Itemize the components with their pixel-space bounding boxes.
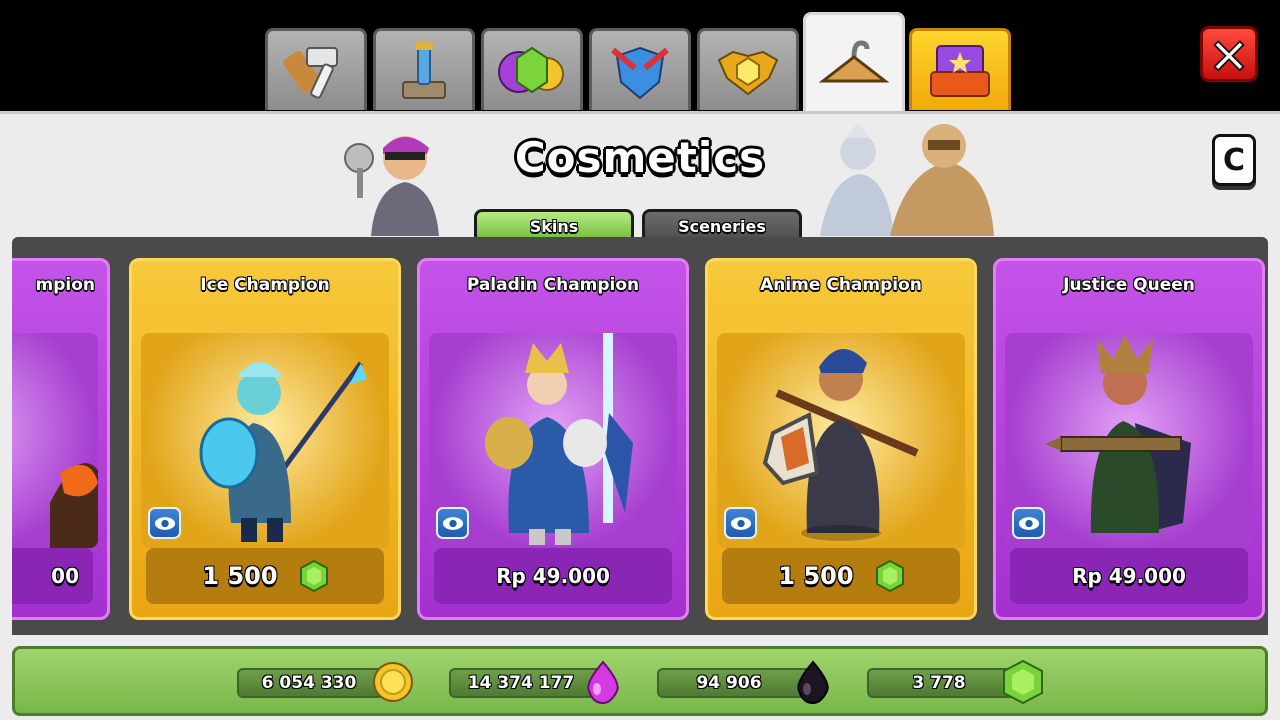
gem-resource-icon [1003,659,1043,705]
price-box[interactable]: 00 [12,548,93,604]
page-title: Cosmetics [514,133,766,182]
gem-amount: 3 778 [912,673,966,693]
skin-card-anime-champion[interactable]: Anime Champion 1 500 [705,258,977,620]
info-badge-button[interactable]: C [1212,134,1256,186]
close-icon [1213,40,1245,72]
skin-card-title: mpion [35,275,96,295]
elixir-drop-icon [587,660,619,705]
gems-coins-icon [498,46,564,93]
price-label: 1 500 [202,562,278,590]
price-label: Rp 49.000 [496,564,610,588]
skin-card-title: Justice Queen [1063,275,1195,295]
tab-gems-coins[interactable] [481,28,583,110]
gold-badge-icon [717,50,779,95]
tab-shop[interactable] [909,28,1011,110]
skins-carousel[interactable]: mpion 00 Ice Champion 1 500 Paladin Cham… [12,237,1268,635]
top-tab-bar [0,0,1280,112]
resource-bar: 6 054 330 14 374 177 94 906 3 778 [12,646,1268,716]
tab-training[interactable] [373,28,475,110]
elixir-amount: 14 374 177 [467,673,575,693]
preview-button[interactable] [1012,507,1045,539]
tab-league[interactable] [697,28,799,110]
close-button[interactable] [1200,26,1258,82]
gem-icon [875,560,904,592]
skin-card-title: Ice Champion [200,275,330,295]
gold-amount: 6 054 330 [261,673,357,693]
potion-tower-icon [402,41,446,99]
hanger-icon [818,39,890,82]
gem-icon [299,560,328,592]
skin-card-justice-queen[interactable]: Justice Queen Rp 49.000 [993,258,1265,620]
preview-button[interactable] [436,507,469,539]
price-box[interactable]: Rp 49.000 [1010,548,1248,604]
eye-icon [1018,516,1039,530]
price-label: 00 [51,564,79,588]
skin-card-title: Anime Champion [760,275,922,295]
preview-button[interactable] [148,507,181,539]
preview-button[interactable] [724,507,757,539]
eye-icon [154,516,175,530]
tab-war[interactable] [589,28,691,110]
price-label: 1 500 [778,562,854,590]
dark-elixir-drop-icon [797,660,829,705]
tab-builder-tools[interactable] [265,28,367,110]
skin-card-title: Paladin Champion [466,275,640,295]
dark-elixir-amount: 94 906 [696,673,762,693]
price-label: Rp 49.000 [1072,564,1186,588]
shop-cards-icon [930,44,990,97]
eye-icon [442,516,463,530]
price-box[interactable]: 1 500 [722,548,960,604]
skin-card-partial[interactable]: mpion 00 [12,258,110,620]
hammer-tools-icon [283,46,338,99]
price-box[interactable]: Rp 49.000 [434,548,672,604]
shield-swords-icon [611,46,669,99]
gold-coin-icon [373,662,413,702]
tab-cosmetics[interactable] [803,12,905,112]
skin-card-paladin-champion[interactable]: Paladin Champion Rp 49.000 [417,258,689,620]
eye-icon [730,516,751,530]
price-box[interactable]: 1 500 [146,548,384,604]
skin-card-ice-champion[interactable]: Ice Champion 1 500 [129,258,401,620]
skin-art [12,333,98,548]
